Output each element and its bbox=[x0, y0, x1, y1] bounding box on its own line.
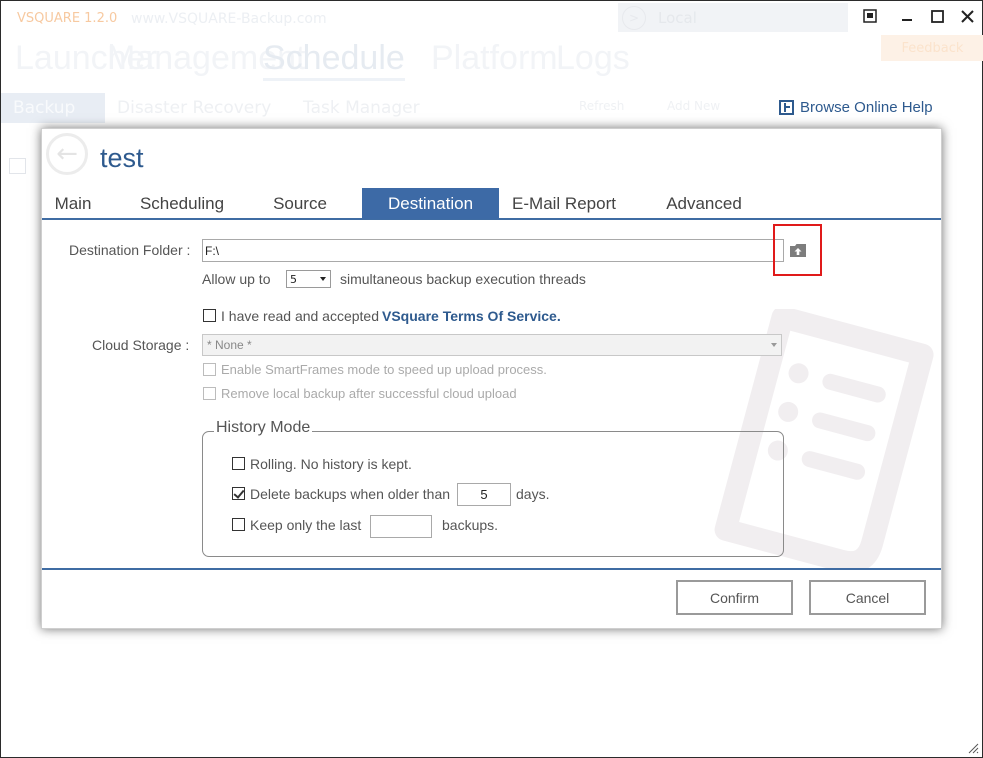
smartframes-label: Enable SmartFrames mode to speed up uplo… bbox=[221, 362, 547, 377]
dialog-tabs: Main Scheduling Source Destination E-Mai… bbox=[42, 188, 941, 220]
nav-platform[interactable]: Platform bbox=[431, 39, 558, 78]
tab-scheduling[interactable]: Scheduling bbox=[127, 188, 237, 219]
terms-of-service-link[interactable]: VSquare Terms Of Service. bbox=[382, 308, 561, 324]
task-settings-dialog: ← test Main Scheduling Source Destinatio… bbox=[41, 128, 942, 629]
tab-email-report[interactable]: E-Mail Report bbox=[500, 188, 628, 219]
keep-last-checkbox[interactable] bbox=[232, 518, 245, 531]
delete-older-label: Delete backups when older than bbox=[250, 486, 451, 502]
app-title: VSQUARE 1.2.0 bbox=[17, 11, 118, 26]
feedback-button[interactable]: Feedback bbox=[881, 35, 983, 61]
smartframes-checkbox[interactable] bbox=[203, 363, 216, 376]
history-mode-title: History Mode bbox=[214, 419, 313, 437]
nav-schedule[interactable]: Schedule bbox=[263, 39, 405, 81]
delete-older-checkbox[interactable] bbox=[232, 487, 245, 500]
add-new-button[interactable]: Add New bbox=[667, 99, 720, 113]
keep-last-count-input[interactable] bbox=[370, 515, 432, 538]
nav-logs[interactable]: Logs bbox=[556, 39, 630, 78]
delete-older-days-input[interactable] bbox=[457, 483, 511, 506]
destination-folder-input[interactable] bbox=[202, 239, 784, 262]
tab-source[interactable]: Source bbox=[262, 188, 338, 219]
calendar-icon bbox=[9, 158, 26, 174]
days-label: days. bbox=[516, 486, 550, 502]
browse-help-label: Browse Online Help bbox=[800, 99, 933, 116]
cancel-button[interactable]: Cancel bbox=[809, 580, 926, 615]
restore-window-icon[interactable] bbox=[857, 5, 883, 27]
cloud-storage-select[interactable]: * None * bbox=[202, 334, 782, 356]
rolling-label: Rolling. No history is kept. bbox=[250, 456, 412, 472]
confirm-button[interactable]: Confirm bbox=[676, 580, 793, 615]
resize-grip-icon[interactable] bbox=[967, 742, 979, 754]
remove-local-label: Remove local backup after successful clo… bbox=[221, 386, 517, 401]
highlight-box bbox=[773, 224, 822, 276]
destination-folder-label: Destination Folder : bbox=[69, 242, 191, 258]
tab-disaster-recovery[interactable]: Disaster Recovery bbox=[105, 93, 283, 123]
threads-value: 5 bbox=[290, 272, 297, 286]
app-subtitle: www.VSQUARE-Backup.com bbox=[131, 11, 327, 27]
backups-label: backups. bbox=[442, 517, 499, 533]
remove-local-checkbox[interactable] bbox=[203, 387, 216, 400]
footer-divider bbox=[42, 568, 941, 570]
tab-advanced[interactable]: Advanced bbox=[652, 188, 756, 219]
cloud-storage-label: Cloud Storage : bbox=[92, 337, 190, 353]
minimize-icon[interactable] bbox=[894, 5, 920, 27]
tab-main[interactable]: Main bbox=[42, 188, 104, 219]
dialog-title: test bbox=[100, 143, 144, 173]
maximize-icon[interactable] bbox=[924, 5, 950, 27]
rolling-checkbox[interactable] bbox=[232, 457, 245, 470]
help-book-icon bbox=[779, 100, 794, 115]
tab-task-manager[interactable]: Task Manager bbox=[291, 93, 432, 123]
threads-select[interactable]: 5 bbox=[286, 270, 331, 288]
browse-online-help-link[interactable]: Browse Online Help bbox=[779, 99, 933, 116]
local-connection[interactable]: > Local bbox=[618, 3, 848, 32]
local-label: Local bbox=[658, 8, 697, 27]
keep-last-label: Keep only the last bbox=[250, 517, 362, 533]
threads-suffix-label: simultaneous backup execution threads bbox=[340, 271, 586, 287]
cloud-storage-value: * None * bbox=[207, 338, 252, 352]
back-arrow-icon[interactable]: ← bbox=[46, 133, 88, 175]
dropdown-arrow-icon bbox=[771, 343, 777, 347]
close-icon[interactable] bbox=[954, 5, 980, 27]
terms-checkbox[interactable] bbox=[203, 309, 216, 322]
dropdown-arrow-icon bbox=[320, 277, 326, 281]
arrow-right-icon: > bbox=[622, 6, 646, 30]
tab-destination[interactable]: Destination bbox=[362, 188, 499, 219]
allow-up-to-label: Allow up to bbox=[202, 271, 271, 287]
terms-label: I have read and accepted bbox=[221, 308, 380, 324]
refresh-button[interactable]: Refresh bbox=[579, 99, 624, 113]
tab-backup[interactable]: Backup bbox=[1, 93, 105, 123]
